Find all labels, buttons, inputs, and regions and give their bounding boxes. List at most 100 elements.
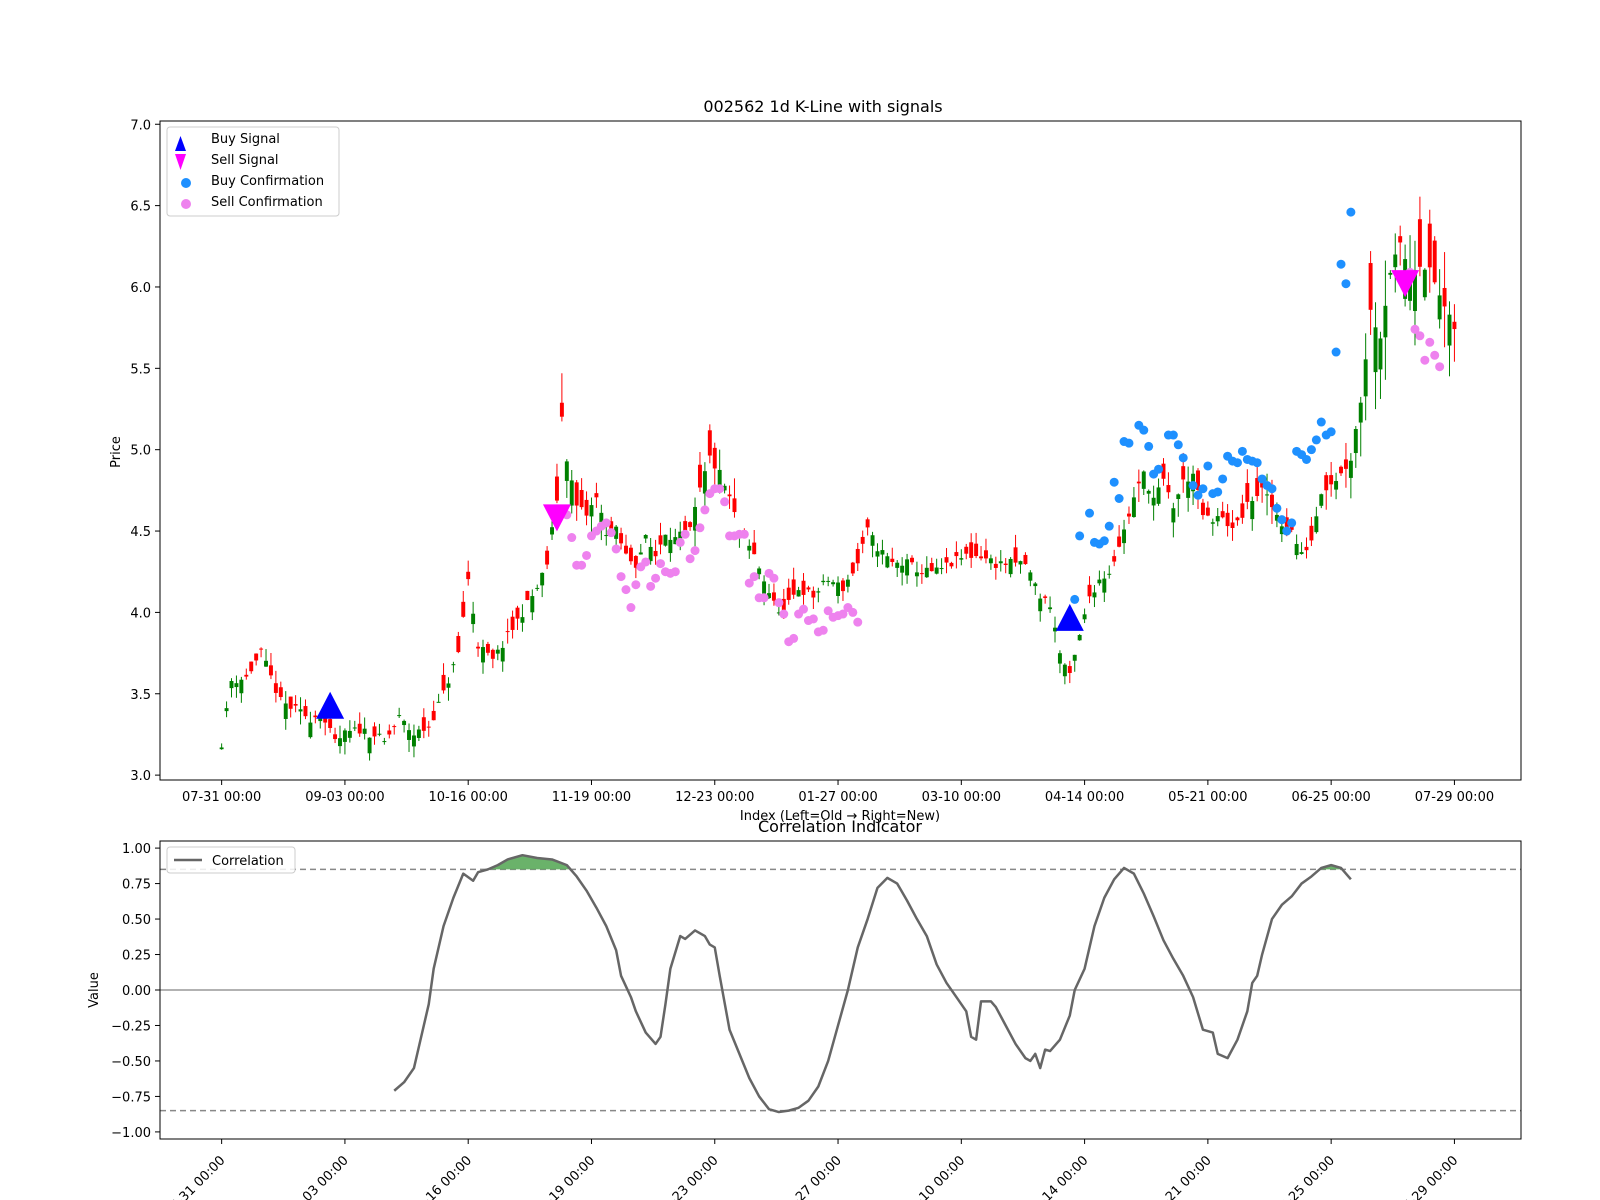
candle-body bbox=[895, 562, 900, 568]
kline-y-tick-label: 6.0 bbox=[130, 281, 151, 296]
candle-body bbox=[1319, 494, 1324, 506]
kline-legend: Buy Signal Sell Signal Buy Confirmation … bbox=[166, 126, 340, 217]
kline-y-tick-label: 6.5 bbox=[130, 200, 151, 215]
candle-body bbox=[387, 730, 392, 735]
candle-body bbox=[658, 535, 663, 545]
kline-y-tick-label: 4.0 bbox=[130, 606, 151, 621]
sell-confirmation-point bbox=[690, 546, 700, 556]
candle-body bbox=[466, 571, 471, 580]
candle-body bbox=[831, 582, 836, 585]
candle-body bbox=[490, 649, 495, 659]
candle-body bbox=[545, 550, 550, 565]
candle-body bbox=[333, 734, 338, 740]
candle-body bbox=[821, 580, 826, 583]
buy-confirmation-point bbox=[1168, 430, 1178, 440]
candle-body bbox=[732, 498, 737, 513]
correlation-y-tick-label: −0.75 bbox=[111, 1090, 151, 1105]
candle-body bbox=[550, 527, 554, 535]
candle-body bbox=[1235, 517, 1240, 521]
sell-confirmation-point bbox=[670, 567, 680, 577]
candle-body bbox=[1210, 522, 1215, 524]
candle-body bbox=[278, 687, 283, 698]
candle-body bbox=[372, 726, 377, 737]
candle-body bbox=[905, 559, 910, 576]
candle-body bbox=[1329, 475, 1334, 485]
buy-confirmation-point bbox=[1326, 427, 1336, 437]
kline-x-tick-label: 03-10 00:00 bbox=[922, 790, 1001, 805]
buy-confirmation-point bbox=[1144, 441, 1154, 451]
candle-body bbox=[554, 476, 559, 501]
candle-body bbox=[1102, 578, 1107, 593]
candle-body bbox=[757, 568, 762, 575]
candle-body bbox=[1452, 321, 1457, 330]
candle-body bbox=[397, 715, 402, 717]
candle-body bbox=[1353, 428, 1358, 454]
candle-body bbox=[934, 567, 939, 574]
candle-body bbox=[411, 735, 416, 747]
correlation-y-tick-label: −1.00 bbox=[111, 1126, 151, 1141]
candle-body bbox=[1245, 483, 1250, 502]
candle-body bbox=[747, 545, 752, 551]
buy-confirmation-point bbox=[1178, 453, 1188, 463]
buy-confirmation-point bbox=[1075, 531, 1085, 541]
candle-body bbox=[1087, 584, 1092, 597]
sell-confirmation-point bbox=[1415, 331, 1425, 341]
candle-body bbox=[446, 683, 451, 688]
buy-confirmation-point bbox=[1232, 458, 1242, 468]
candle-body bbox=[485, 643, 490, 653]
candle-body bbox=[638, 552, 643, 555]
correlation-y-tick-label: −0.25 bbox=[111, 1019, 151, 1034]
sell-confirmation-point bbox=[769, 573, 779, 583]
sell-confirmation-point bbox=[799, 604, 809, 614]
candle-body bbox=[1309, 525, 1314, 541]
candle-body bbox=[1334, 481, 1339, 490]
buy-confirmation-point bbox=[1316, 417, 1326, 427]
candle-body bbox=[865, 519, 870, 528]
candle-body bbox=[520, 617, 525, 623]
sell-confirmation-point bbox=[1430, 350, 1440, 360]
candle-body bbox=[1003, 563, 1008, 565]
candle-body bbox=[1250, 501, 1255, 520]
candle-body bbox=[786, 587, 791, 600]
candle-body bbox=[1013, 547, 1018, 563]
buy-confirmation-point bbox=[1085, 508, 1095, 518]
buy-confirmation-point bbox=[1267, 484, 1277, 494]
candle-body bbox=[663, 534, 668, 546]
correlation-y-tick-label: 0.25 bbox=[122, 949, 151, 964]
candle-body bbox=[1417, 219, 1422, 267]
candle-body bbox=[244, 674, 249, 677]
kline-y-tick-label: 3.0 bbox=[130, 769, 151, 784]
candle-body bbox=[1348, 460, 1353, 478]
correlation-y-axis-label: Value bbox=[87, 972, 102, 1008]
candle-body bbox=[407, 730, 411, 740]
sell-confirmation-point bbox=[582, 550, 592, 560]
candle-body bbox=[224, 708, 229, 712]
candle-body bbox=[1023, 554, 1028, 565]
candle-body bbox=[1062, 664, 1067, 677]
candle-body bbox=[239, 679, 244, 694]
candle-body bbox=[476, 646, 481, 649]
sell-confirmation-point bbox=[616, 572, 626, 582]
candle-body bbox=[219, 747, 224, 750]
candle-body bbox=[1343, 459, 1348, 469]
candle-body bbox=[1200, 502, 1205, 516]
candle-body bbox=[589, 505, 594, 517]
candle-body bbox=[1437, 295, 1442, 320]
candle-body bbox=[860, 536, 865, 544]
kline-x-tick-label: 07-31 00:00 bbox=[182, 790, 261, 805]
buy-confirmation-point bbox=[1213, 487, 1223, 497]
candle-body bbox=[969, 542, 974, 558]
sell-confirmation-point bbox=[646, 581, 656, 591]
buy-confirmation-point bbox=[1306, 445, 1316, 455]
candle-body bbox=[584, 499, 589, 516]
candle-body bbox=[249, 661, 254, 672]
candle-body bbox=[347, 730, 352, 738]
candle-body bbox=[1427, 223, 1432, 268]
candle-body bbox=[643, 534, 648, 539]
sell-confirmation-point bbox=[656, 559, 666, 569]
candle-body bbox=[727, 494, 732, 497]
candle-body bbox=[964, 546, 969, 554]
candle-body bbox=[924, 567, 929, 578]
candle-body bbox=[1171, 508, 1176, 523]
sell-confirmation-point bbox=[1435, 362, 1445, 372]
